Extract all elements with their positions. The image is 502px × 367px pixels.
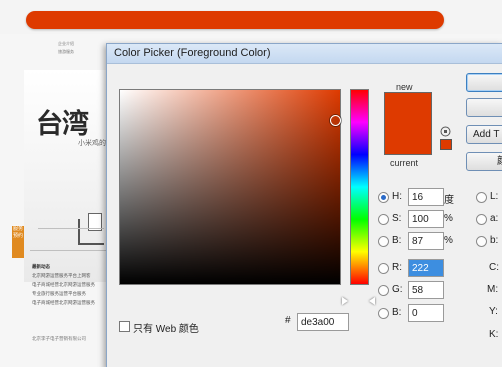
bg-nav-item: 企业介绍	[58, 41, 74, 46]
background-hero-title: 台湾	[36, 109, 89, 140]
background-hero-subtitle: 小米鸡的	[78, 140, 106, 147]
hue-input[interactable]	[408, 188, 444, 206]
hue-radio[interactable]	[378, 192, 389, 203]
dialog-title: Color Picker (Foreground Color)	[114, 47, 271, 59]
current-color-swatch[interactable]	[384, 154, 432, 155]
add-to-swatches-button[interactable]: Add T	[466, 125, 502, 144]
saturation-brightness-field[interactable]	[119, 89, 341, 285]
bg-news-item: 北京网游运营服务平台上网客	[32, 273, 91, 278]
background-footer: 北京李子电子营销有限公司	[32, 336, 86, 341]
blue-input[interactable]	[408, 304, 444, 322]
cancel-button[interactable]	[466, 98, 502, 117]
red-radio[interactable]	[378, 263, 389, 274]
hue-slider-left-arrow-icon[interactable]	[342, 297, 348, 305]
hue-slider-right-arrow-icon[interactable]	[369, 297, 375, 305]
hue-unit: 度	[444, 195, 454, 206]
screenshot: 企业介绍 旅游服务 台湾 小米鸡的 服务预约 最新动态 北京网游运营服务平台上网…	[0, 0, 502, 367]
current-color-label: current	[390, 158, 419, 168]
brightness-unit: %	[444, 235, 453, 246]
saturation-input[interactable]	[408, 210, 444, 228]
saturation-radio[interactable]	[378, 214, 389, 225]
background-side-tag: 服务预约	[12, 226, 24, 258]
out-of-gamut-cube-icon[interactable]	[440, 126, 451, 137]
hex-input[interactable]	[297, 313, 349, 331]
lab-l-label: L:	[490, 191, 499, 202]
black-label: K:	[489, 329, 499, 340]
green-input[interactable]	[408, 281, 444, 299]
saturation-row: S: %	[378, 210, 458, 228]
saturation-unit: %	[444, 213, 453, 224]
lab-a-row: a:	[476, 210, 502, 228]
bg-news-item: 电子商城经营北京网游运营服务	[32, 300, 95, 305]
yellow-label: Y:	[489, 306, 498, 317]
new-color-label: new	[396, 82, 413, 92]
background-nav: 企业介绍 旅游服务	[58, 40, 74, 56]
brightness-row: B: %	[378, 232, 458, 250]
bg-news-heading: 最新动态	[32, 264, 50, 269]
brightness-input[interactable]	[408, 232, 444, 250]
green-row: G:	[378, 281, 458, 299]
color-libraries-button[interactable]: 颜	[466, 152, 502, 171]
hex-hash-label: #	[285, 315, 291, 326]
red-row: R:	[378, 259, 458, 277]
color-swatch-bar	[26, 11, 444, 29]
bg-nav-item: 旅游服务	[58, 49, 74, 54]
brightness-label: B:	[392, 235, 402, 246]
background-news: 最新动态 北京网游运营服务平台上网客 电子商城经营北京网游运营服务 专业旅行服务…	[32, 262, 95, 307]
red-label: R:	[392, 262, 402, 273]
blue-label: B:	[392, 307, 402, 318]
red-input[interactable]	[408, 259, 444, 277]
background-divider	[30, 250, 106, 251]
brightness-radio[interactable]	[378, 236, 389, 247]
blue-row: B:	[378, 304, 458, 322]
green-label: G:	[392, 284, 403, 295]
ok-button[interactable]	[466, 73, 502, 92]
lab-l-row: L:	[476, 188, 502, 206]
web-colors-only-checkbox[interactable]	[119, 321, 130, 332]
lab-b-radio[interactable]	[476, 236, 487, 247]
lab-a-radio[interactable]	[476, 214, 487, 225]
new-color-swatch	[384, 92, 432, 155]
green-radio[interactable]	[378, 285, 389, 296]
hue-slider[interactable]	[350, 89, 369, 285]
lab-l-radio[interactable]	[476, 192, 487, 203]
blue-radio[interactable]	[378, 308, 389, 319]
hue-row: H: 度	[378, 188, 458, 206]
web-safe-color-swatch[interactable]	[440, 139, 452, 150]
cyan-label: C:	[489, 262, 499, 273]
bg-news-item: 专业旅行服务运营平台服务	[32, 291, 86, 296]
bg-news-item: 电子商城经营北京网游运营服务	[32, 282, 95, 287]
web-colors-only-label: 只有 Web 颜色	[133, 324, 199, 335]
dialog-titlebar[interactable]: Color Picker (Foreground Color)	[107, 44, 502, 64]
hex-row: #	[285, 313, 349, 331]
magenta-label: M:	[487, 284, 499, 295]
background-divider	[38, 228, 104, 229]
hue-label: H:	[392, 191, 402, 202]
lab-b-label: b:	[490, 235, 499, 246]
saturation-label: S:	[392, 213, 402, 224]
color-picker-dialog: Color Picker (Foreground Color) new curr…	[106, 43, 502, 367]
field-cursor-icon[interactable]	[330, 115, 341, 126]
lab-b-row: b:	[476, 232, 502, 250]
lab-a-label: a:	[490, 213, 499, 224]
